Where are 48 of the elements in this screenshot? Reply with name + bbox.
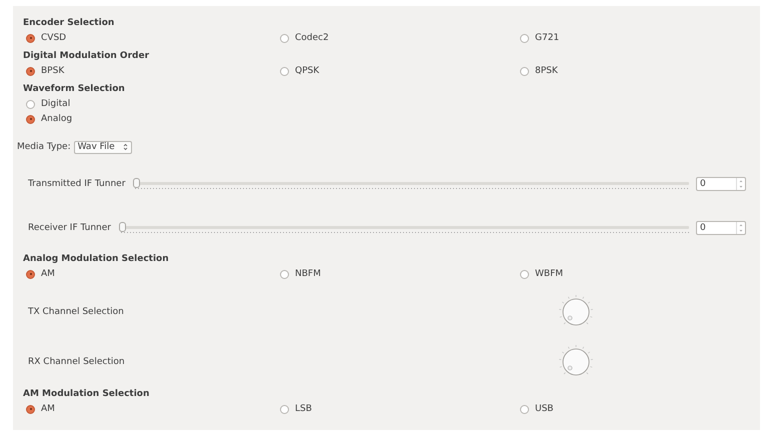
slider-track[interactable] (118, 221, 689, 235)
radio-label: CVSD (41, 33, 66, 43)
radio-label: Analog (41, 114, 72, 124)
knob-label: RX Channel Selection (28, 357, 126, 367)
radio-button[interactable] (280, 34, 289, 42)
radio-button[interactable] (26, 114, 35, 124)
knob-label: TX Channel Selection (28, 307, 125, 317)
radio-label: NBFM (295, 269, 321, 279)
section-heading: AM Modulation Selection (23, 389, 150, 399)
field-label: Media Type: (17, 142, 71, 152)
radio-button[interactable] (26, 270, 35, 278)
radio-button[interactable] (520, 270, 529, 278)
spinner-arrows-icon (122, 143, 128, 151)
spinner-arrows-icon[interactable] (736, 222, 745, 234)
section-heading: Encoder Selection (23, 18, 114, 28)
radio-label: G721 (535, 33, 560, 43)
radio-label: BPSK (41, 66, 64, 76)
radio-label: 8PSK (535, 66, 558, 76)
radio-button[interactable] (26, 34, 35, 42)
radio-button[interactable] (520, 404, 529, 414)
spinner-arrows-icon[interactable] (736, 178, 745, 190)
number-field[interactable]: 0 (696, 221, 746, 235)
radio-button[interactable] (520, 66, 529, 76)
radio-label: WBFM (535, 269, 564, 279)
slider-handle[interactable] (118, 222, 126, 232)
radio-label: LSB (295, 404, 312, 414)
radio-button[interactable] (26, 66, 35, 76)
number-field[interactable]: 0 (696, 177, 746, 191)
radio-label: USB (535, 404, 554, 414)
slider-handle[interactable] (133, 178, 140, 188)
radio-label: QPSK (295, 66, 320, 76)
radio-button[interactable] (280, 66, 289, 76)
section-heading: Waveform Selection (23, 84, 125, 94)
radio-label: AM (41, 404, 55, 414)
radio-label: Digital (41, 99, 70, 109)
section-heading: Digital Modulation Order (23, 51, 150, 61)
section-heading: Analog Modulation Selection (23, 254, 169, 264)
radio-button[interactable] (26, 404, 35, 414)
radio-button[interactable] (520, 34, 529, 42)
radio-button[interactable] (280, 404, 289, 414)
dropdown[interactable]: Wav File (74, 140, 132, 154)
slider-track[interactable] (133, 177, 689, 191)
slider-label: Receiver IF Tunner (28, 223, 111, 233)
radio-label: AM (41, 269, 55, 279)
radio-button[interactable] (26, 100, 35, 108)
radio-label: Codec2 (295, 33, 329, 43)
slider-label: Transmitted IF Tunner (28, 179, 126, 189)
radio-button[interactable] (280, 270, 289, 278)
